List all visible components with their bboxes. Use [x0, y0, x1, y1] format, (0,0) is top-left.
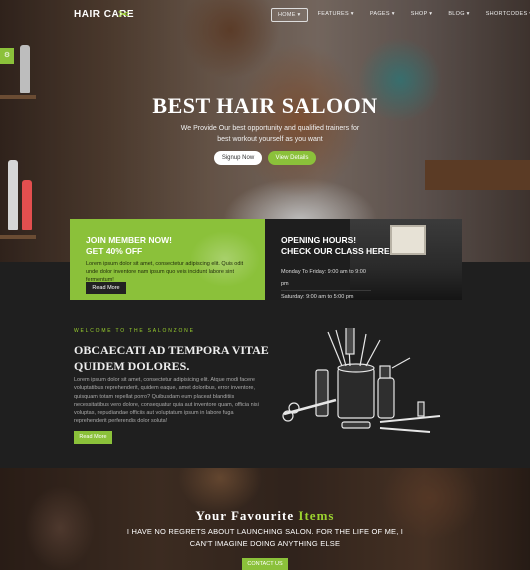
- about-read-more-button[interactable]: Read More: [74, 431, 112, 444]
- wall-frame-image: [390, 225, 426, 255]
- favourite-title: Your Favourite Items: [0, 508, 530, 524]
- main-menu: HOME ▾ FEATURES ▾ PAGES ▾ SHOP ▾ BLOG ▾ …: [271, 8, 530, 22]
- testimonial-quote: I HAVE NO REGRETS ABOUT LAUNCHING SALON.…: [126, 527, 404, 548]
- promo-title-line: JOIN MEMBER NOW!: [86, 235, 172, 245]
- signup-button[interactable]: Signup Now: [214, 151, 262, 165]
- menu-label: FEATURES: [317, 11, 349, 17]
- favourite-title-highlight: Items: [298, 508, 335, 523]
- member-promo-text: Lorem ipsum dolor sit amet, consectetur …: [86, 261, 244, 283]
- member-promo-title: JOIN MEMBER NOW! GET 40% OFF: [86, 235, 172, 257]
- menu-label: HOME: [278, 12, 296, 18]
- hero-subtitle: We Provide Our best opportunity and qual…: [180, 125, 360, 143]
- hero-title: BEST HAIR SALOON: [152, 93, 378, 118]
- menu-item-shortcodes[interactable]: SHORTCODES ▾: [480, 8, 530, 22]
- hours-title-line: OPENING HOURS!: [281, 235, 357, 245]
- bottle-image: [8, 160, 18, 230]
- opening-hours-title: OPENING HOURS! CHECK OUR CLASS HERE: [281, 235, 390, 257]
- top-nav: HAIR CARE ✂ HOME ▾ FEATURES ▾ PAGES ▾ SH…: [0, 0, 530, 30]
- favourite-title-main: Your Favourite: [195, 508, 299, 523]
- about-eyebrow: WELCOME TO THE SALONZONE: [74, 328, 195, 334]
- menu-item-home[interactable]: HOME ▾: [271, 8, 308, 22]
- opening-hours-box: OPENING HOURS! CHECK OUR CLASS HERE Mond…: [265, 219, 462, 300]
- member-promo-box: JOIN MEMBER NOW! GET 40% OFF Lorem ipsum…: [70, 219, 265, 300]
- hours-row: Saturday: 9:00 am to 5:00 pm: [281, 291, 371, 300]
- member-read-more-button[interactable]: Read More: [86, 282, 126, 294]
- settings-tab-icon[interactable]: ⚙: [0, 48, 14, 64]
- contact-us-button[interactable]: CONTACT US: [242, 558, 288, 570]
- shelf: [0, 235, 36, 239]
- hours-row: Monday To Friday: 9:00 am to 9:00 pm: [281, 266, 371, 291]
- menu-label: PAGES: [369, 11, 390, 17]
- about-section: WELCOME TO THE SALONZONE OBCAECATI AD TE…: [0, 300, 530, 468]
- menu-item-pages[interactable]: PAGES ▾: [364, 8, 401, 22]
- menu-label: BLOG: [448, 11, 465, 17]
- bottle-image: [22, 180, 32, 230]
- about-title: OBCAECATI AD TEMPORA VITAE QUIDEM DOLORE…: [74, 343, 269, 373]
- menu-label: SHOP: [410, 11, 428, 17]
- salon-tools-illustration: [282, 328, 441, 433]
- hours-list: Monday To Friday: 9:00 am to 9:00 pm Sat…: [281, 266, 371, 300]
- hours-title-line: CHECK OUR CLASS HERE: [281, 246, 390, 256]
- bottle-image: [20, 45, 30, 93]
- scissors-icon: ✂: [118, 6, 130, 22]
- favourite-items-section: Your Favourite Items I HAVE NO REGRETS A…: [0, 468, 530, 570]
- menu-item-blog[interactable]: BLOG ▾: [442, 8, 475, 22]
- menu-item-features[interactable]: FEATURES ▾: [312, 8, 360, 22]
- about-text: Lorem ipsum dolor sit amet, consectetur …: [74, 377, 259, 425]
- view-details-button[interactable]: View Details: [268, 151, 316, 165]
- mirror-frame: [425, 160, 530, 190]
- menu-item-shop[interactable]: SHOP ▾: [405, 8, 439, 22]
- promo-title-line: GET 40% OFF: [86, 246, 143, 256]
- menu-label: SHORTCODES: [485, 11, 528, 17]
